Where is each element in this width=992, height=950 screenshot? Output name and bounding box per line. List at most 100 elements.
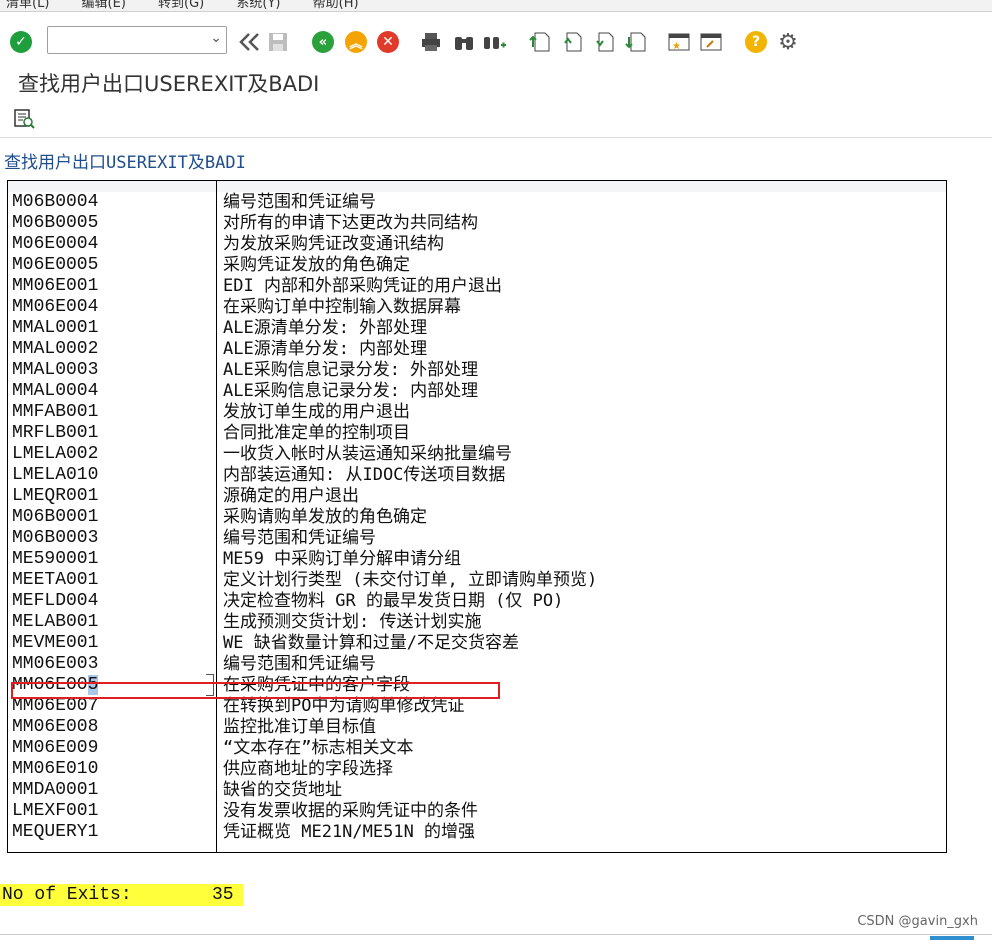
exit-name[interactable]: LMELA002 [12,444,98,465]
exit-description: 为发放采购凭证改变通讯结构 [223,234,444,254]
exit-name[interactable]: M06B0004 [12,192,98,213]
exit-row[interactable]: MEQUERY1 凭证概览 ME21N/ME51N 的增强 [8,822,946,843]
list-top-band [8,181,946,192]
exit-name[interactable]: ME590001 [12,549,98,570]
menu-goto[interactable]: 转到(G) [158,0,204,11]
text-cursor: 5 [87,675,99,695]
exit-name[interactable]: MM06E007 [12,696,98,717]
exit-icon[interactable]: ︽ [344,29,368,55]
prev-page-icon[interactable] [560,29,584,55]
menu-help[interactable]: 帮助(H) [313,0,359,11]
exit-row[interactable]: MMAL0004 ALE采购信息记录分发: 内部处理 [8,381,946,402]
exit-row[interactable]: LMELA010 内部装运通知: 从IDOC传送项目数据 [8,465,946,486]
exit-row[interactable]: MMDA0001 缺省的交货地址 [8,780,946,801]
exit-name[interactable]: LMEQR001 [12,486,98,507]
exit-row[interactable]: MRFLB001 合同批准定单的控制项目 [8,423,946,444]
exit-name[interactable]: MM06E001 [12,276,98,297]
enter-icon[interactable]: ✓ [9,29,33,55]
exit-row[interactable]: MM06E004 在采购订单中控制输入数据屏幕 [8,297,946,318]
help-icon[interactable]: ? [744,29,768,55]
exit-name[interactable]: M06E0005 [12,255,98,276]
exit-row[interactable]: M06B0003 编号范围和凭证编号 [8,528,946,549]
exit-name[interactable]: MMDA0001 [12,780,98,801]
menu-list[interactable]: 清单(L) [6,0,49,11]
back-nav-icon[interactable] [236,29,262,55]
exit-name[interactable]: M06B0005 [12,213,98,234]
exit-row[interactable]: MMAL0002 ALE源清单分发: 内部处理 [8,339,946,360]
exit-name[interactable]: MM06E009 [12,738,98,759]
exit-row[interactable]: MELAB001 生成预测交货计划: 传送计划实施 [8,612,946,633]
exit-row[interactable]: M06B0005 对所有的申请下达更改为共同结构 [8,213,946,234]
exit-row[interactable]: MM06E009 “文本存在”标志相关文本 [8,738,946,759]
exit-row[interactable]: MEVME001 WE 缺省数量计算和过量/不足交货容差 [8,633,946,654]
exit-row[interactable]: MEFLD004 决定检查物料 GR 的最早发货日期 (仅 PO) [8,591,946,612]
exit-name[interactable]: MMAL0002 [12,339,98,360]
shortcut-icon[interactable] [699,29,723,55]
exit-name[interactable]: MMAL0004 [12,381,98,402]
exit-name[interactable]: MMAL0003 [12,360,98,381]
exit-name[interactable]: M06B0003 [12,528,98,549]
exit-row[interactable]: MM06E008 监控批准订单目标值 [8,717,946,738]
last-page-icon[interactable] [624,29,648,55]
exit-row[interactable]: MM06E003 编号范围和凭证编号 [8,654,946,675]
exit-row[interactable]: M06E0005 采购凭证发放的角色确定 [8,255,946,276]
exit-name[interactable]: MM06E004 [12,297,98,318]
exit-row[interactable]: M06B0001 采购请购单发放的角色确定 [8,507,946,528]
exit-name[interactable]: M06B0001 [12,507,98,528]
exit-name[interactable]: MEFLD004 [12,591,98,612]
exit-description: ALE源清单分发: 内部处理 [223,339,428,359]
menu-edit[interactable]: 编辑(E) [82,0,126,11]
list-settings-icon[interactable] [13,108,35,135]
exit-name[interactable]: LMEXF001 [12,801,98,822]
back-icon[interactable]: « [311,29,335,55]
exit-row[interactable]: MM06E010 供应商地址的字段选择 [8,759,946,780]
exit-description: ME59 中采购订单分解申请分组 [223,549,462,569]
exit-row[interactable]: M06B0004 编号范围和凭证编号 [8,192,946,213]
exit-name[interactable]: MM06E010 [12,759,98,780]
exit-description: 决定检查物料 GR 的最早发货日期 (仅 PO) [223,591,564,611]
exit-row[interactable]: MMAL0003 ALE采购信息记录分发: 外部处理 [8,360,946,381]
exit-name[interactable]: MMFAB001 [12,402,98,423]
new-session-icon[interactable]: ★ [667,29,691,55]
exit-name[interactable]: MM06E003 [12,654,98,675]
exit-row[interactable]: MM06E005 在采购凭证中的客户字段 [8,675,946,696]
exit-row[interactable]: MM06E007 在转换到PO中为请购单修改凭证 [8,696,946,717]
exit-row[interactable]: M06E0004 为发放采购凭证改变通讯结构 [8,234,946,255]
exit-name[interactable]: LMELA010 [12,465,98,486]
exit-name[interactable]: MEVME001 [12,633,98,654]
print-icon[interactable] [419,29,443,55]
exit-row[interactable]: LMEQR001 源确定的用户退出 [8,486,946,507]
find-next-icon[interactable] [483,29,507,55]
cancel-icon[interactable]: ✕ [376,29,400,55]
exit-name[interactable]: MEQUERY1 [12,822,98,843]
find-icon[interactable] [452,29,476,55]
exit-row[interactable]: ME590001 ME59 中采购订单分解申请分组 [8,549,946,570]
exit-name[interactable]: MELAB001 [12,612,98,633]
exit-description: ALE源清单分发: 外部处理 [223,318,428,338]
exit-row[interactable]: LMELA002 一收货入帐时从装运通知采纳批量编号 [8,444,946,465]
svg-text:★: ★ [672,41,681,52]
next-page-icon[interactable] [592,29,616,55]
save-icon[interactable] [266,29,290,55]
exit-name[interactable]: MMAL0001 [12,318,98,339]
exit-row[interactable]: MMAL0001 ALE源清单分发: 外部处理 [8,318,946,339]
first-page-icon[interactable] [528,29,552,55]
exit-row[interactable]: MM06E001 EDI 内部和外部采购凭证的用户退出 [8,276,946,297]
command-field[interactable]: ⌄ [47,26,227,54]
exit-description: ALE采购信息记录分发: 内部处理 [223,381,479,401]
exit-row[interactable]: LMEXF001 没有发票收据的采购凭证中的条件 [8,801,946,822]
exit-name[interactable]: MM06E005 [12,675,99,696]
settings-icon[interactable]: ⚙ [776,29,800,55]
menu-items[interactable]: 清单(L) 编辑(E) 转到(G) 系统(Y) 帮助(H) [6,0,387,11]
exit-row[interactable]: MEETA001 定义计划行类型 (未交付订单, 立即请购单预览) [8,570,946,591]
menu-system[interactable]: 系统(Y) [236,0,280,11]
exit-description: 采购请购单发放的角色确定 [223,507,427,527]
exit-name[interactable]: MEETA001 [12,570,98,591]
exit-name[interactable]: MM06E008 [12,717,98,738]
exit-description: WE 缺省数量计算和过量/不足交货容差 [223,633,519,653]
chevron-down-icon[interactable]: ⌄ [210,30,222,46]
exit-row[interactable]: MMFAB001 发放订单生成的用户退出 [8,402,946,423]
page-title: 查找用户出口USEREXIT及BADI [18,72,320,96]
exit-name[interactable]: MRFLB001 [12,423,98,444]
exit-name[interactable]: M06E0004 [12,234,98,255]
